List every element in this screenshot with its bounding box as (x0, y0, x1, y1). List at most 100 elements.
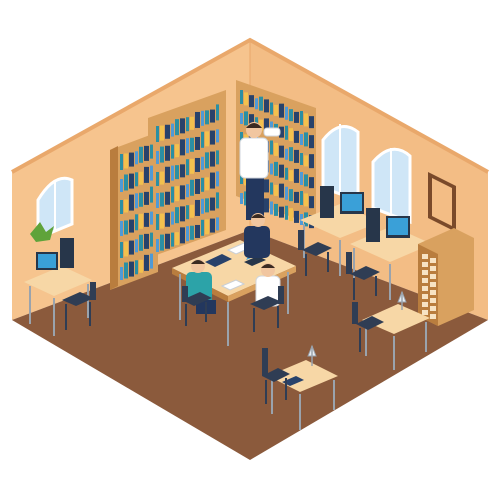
book (285, 125, 288, 140)
book (139, 146, 143, 163)
book (144, 166, 149, 183)
book (139, 213, 143, 229)
book (304, 155, 308, 167)
book (129, 261, 134, 277)
book (120, 154, 123, 170)
book (304, 113, 308, 127)
book (210, 151, 215, 167)
library-scene (11, 37, 489, 460)
book (139, 171, 143, 185)
book (309, 154, 314, 169)
book (186, 159, 189, 176)
book (124, 199, 128, 213)
book (156, 214, 159, 230)
book (144, 254, 149, 271)
drawer (422, 286, 428, 291)
book (124, 262, 128, 279)
book (309, 196, 314, 209)
book (175, 186, 179, 202)
book (139, 192, 143, 207)
book (294, 210, 299, 223)
book (210, 172, 215, 189)
book (279, 183, 284, 198)
book (175, 119, 179, 136)
book (175, 207, 179, 224)
book (180, 206, 185, 222)
book (186, 226, 189, 242)
drawer (430, 266, 436, 271)
book (190, 179, 194, 196)
book (205, 177, 209, 191)
book (201, 198, 204, 214)
book (156, 151, 159, 164)
book (190, 225, 194, 240)
book (294, 149, 299, 163)
book (210, 109, 215, 123)
book (144, 212, 149, 227)
book (216, 192, 219, 209)
book (135, 172, 138, 187)
book (139, 234, 143, 251)
book (300, 172, 303, 185)
book (216, 150, 219, 165)
book (171, 165, 174, 181)
book (144, 191, 149, 205)
book (274, 161, 278, 176)
book (274, 142, 278, 156)
book (186, 205, 189, 220)
book (150, 253, 153, 269)
book (274, 184, 278, 196)
book (289, 128, 293, 142)
book (165, 145, 170, 161)
book (304, 174, 308, 187)
book (135, 151, 138, 165)
book (279, 145, 284, 158)
book (300, 191, 303, 205)
book (171, 144, 174, 159)
book (150, 211, 153, 225)
drawer (430, 282, 436, 287)
book (205, 110, 209, 125)
book (270, 163, 273, 175)
book (186, 117, 189, 132)
book (205, 198, 209, 213)
book (289, 147, 293, 162)
book (165, 233, 170, 249)
book (279, 206, 284, 218)
book (160, 192, 164, 207)
book (216, 104, 219, 121)
drawer (430, 258, 436, 263)
book (171, 186, 174, 203)
book (270, 182, 273, 195)
drawer (422, 302, 428, 307)
book (300, 153, 303, 165)
book (304, 193, 308, 207)
book (289, 170, 293, 182)
book (285, 186, 288, 200)
drawer (430, 290, 436, 295)
book (160, 146, 164, 163)
book (180, 164, 185, 178)
book (156, 239, 159, 252)
book (205, 131, 209, 147)
drawer (422, 262, 428, 267)
book (294, 130, 299, 143)
book (135, 193, 138, 209)
book (171, 232, 174, 247)
book (244, 111, 248, 126)
book (150, 186, 153, 203)
book (180, 227, 185, 244)
book (150, 144, 153, 159)
book (160, 234, 164, 251)
book (304, 132, 308, 147)
book (201, 219, 204, 236)
book (165, 124, 170, 139)
book (175, 165, 179, 180)
book (285, 106, 288, 120)
book (156, 126, 159, 142)
book (160, 171, 164, 185)
book (165, 166, 170, 183)
book (210, 218, 215, 233)
book (129, 240, 134, 255)
book (264, 99, 269, 113)
